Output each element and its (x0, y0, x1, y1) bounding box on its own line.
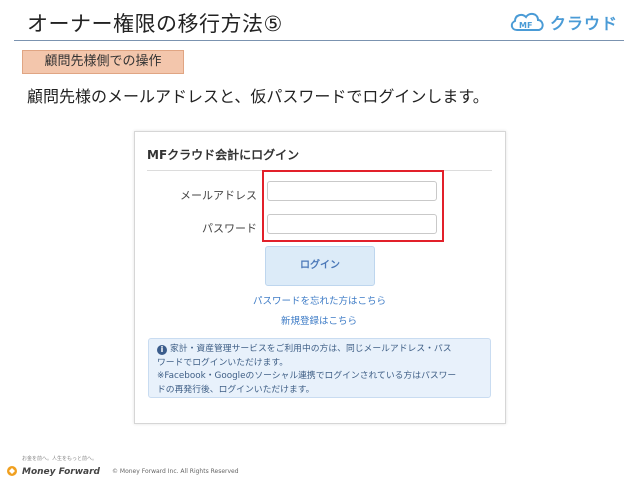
footer-tagline: お金を前へ。人生をもっと前へ。 (22, 456, 98, 462)
email-label: メールアドレス (180, 189, 257, 202)
brand-logo-text: クラウド (549, 14, 618, 33)
signup-link[interactable]: 新規登録はこちら (281, 313, 357, 327)
password-label: パスワード (202, 222, 257, 235)
title-divider (14, 40, 624, 41)
forgot-password-link[interactable]: パスワードを忘れた方はこちら (253, 293, 386, 307)
input-highlight-box (262, 170, 444, 242)
cloud-icon: MF (508, 10, 548, 34)
notice-line: ドの再発行後、ログインいただけます。 (157, 384, 315, 395)
notice-line: ※Facebook・Googleのソーシャル連携でログインされている方はパスワー (157, 371, 457, 381)
svg-text:MF: MF (519, 21, 532, 30)
section-tag: 顧問先様側での操作 (22, 50, 184, 74)
mf-cloud-logo: MF クラウド (508, 10, 618, 34)
login-button[interactable]: ログイン (265, 246, 375, 286)
info-icon: i (157, 345, 167, 355)
login-panel-title: MFクラウド会計にログイン (147, 148, 300, 162)
money-forward-logo: お金を前へ。人生をもっと前へ。 Money Forward (6, 455, 100, 481)
footer: お金を前へ。人生をもっと前へ。 Money Forward © Money Fo… (6, 455, 239, 481)
login-panel: MFクラウド会計にログイン メールアドレス パスワード ログイン パスワードを忘… (134, 131, 506, 424)
info-notice: i 家計・資産管理サービスをご利用中の方は、同じメールアドレス・パス ワードでログ… (148, 338, 491, 398)
money-forward-emblem-icon (6, 462, 20, 481)
slide-title: オーナー権限の移行方法⑤ (27, 12, 283, 36)
copyright-text: © Money Forward Inc. All Rights Reserved (112, 467, 239, 475)
notice-line: 家計・資産管理サービスをご利用中の方は、同じメールアドレス・パス (170, 344, 452, 354)
notice-line: ワードでログインいただけます。 (157, 357, 289, 368)
lead-text: 顧問先様のメールアドレスと、仮パスワードでログインします。 (27, 87, 489, 106)
footer-brand: Money Forward (22, 466, 100, 477)
